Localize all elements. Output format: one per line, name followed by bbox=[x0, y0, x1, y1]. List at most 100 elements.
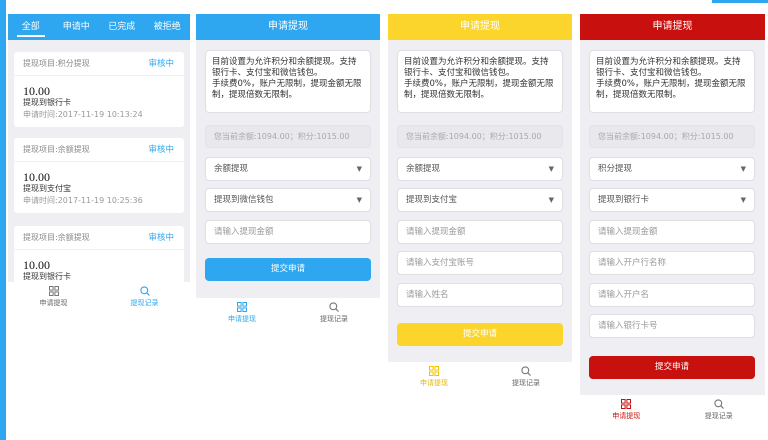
record-amount: 10.00 bbox=[23, 258, 50, 272]
amount-input[interactable] bbox=[205, 220, 371, 244]
grid-icon bbox=[48, 286, 59, 296]
dropdown-arrow-icon: ▼ bbox=[740, 196, 746, 204]
notice-box: 目前设置为允许积分和余额提现。支持银行卡、支付宝和微信钱包。 手续费0%，账户无… bbox=[397, 50, 563, 113]
notice-text: 目前设置为允许积分和余额提现。支持银行卡、支付宝和微信钱包。 bbox=[212, 57, 357, 78]
account-name-input[interactable] bbox=[589, 283, 755, 307]
bottom-nav: 申请提现 提现记录 bbox=[196, 298, 380, 328]
apply-screen-bank: 申请提现 目前设置为允许积分和余额提现。支持银行卡、支付宝和微信钱包。 手续费0… bbox=[580, 14, 765, 425]
nav-label: 申请提现 bbox=[39, 299, 68, 307]
nav-history[interactable]: 提现记录 bbox=[99, 282, 190, 312]
submit-button[interactable]: 提交申请 bbox=[205, 258, 371, 281]
record-status: 审核中 bbox=[148, 59, 174, 69]
select-value: 提现到支付宝 bbox=[406, 195, 458, 205]
grid-icon bbox=[621, 399, 632, 409]
form-area: 目前设置为允许积分和余额提现。支持银行卡、支付宝和微信钱包。 手续费0%，账户无… bbox=[388, 40, 572, 362]
card-number-input[interactable] bbox=[589, 314, 755, 338]
nav-label: 申请提现 bbox=[612, 412, 641, 420]
balance-display: 您当前余额:1094.00；积分:1015.00 bbox=[397, 125, 563, 148]
tab-all[interactable]: 全部 bbox=[8, 14, 54, 40]
nav-history[interactable]: 提现记录 bbox=[673, 395, 766, 425]
nav-label: 提现记录 bbox=[512, 379, 540, 387]
record-amount: 10.00 bbox=[23, 170, 50, 184]
record-method: 提现到银行卡 bbox=[23, 272, 71, 281]
apply-screen-alipay: 申请提现 目前设置为允许积分和余额提现。支持银行卡、支付宝和微信钱包。 手续费0… bbox=[388, 14, 572, 392]
record-project: 提现项目:积分提现 bbox=[23, 59, 90, 68]
notice-text: 手续费0%，账户无限制，提现金额无限制，提现倍数无限制。 bbox=[596, 79, 746, 100]
nav-apply[interactable]: 申请提现 bbox=[8, 282, 99, 312]
record-status: 审核中 bbox=[148, 233, 174, 243]
page-title: 申请提现 bbox=[388, 14, 572, 40]
nav-apply[interactable]: 申请提现 bbox=[580, 395, 673, 425]
card-divider bbox=[14, 249, 184, 250]
tab-label: 已完成 bbox=[108, 22, 136, 32]
search-icon bbox=[714, 399, 724, 409]
form-area: 目前设置为允许积分和余额提现。支持银行卡、支付宝和微信钱包。 手续费0%，账户无… bbox=[580, 40, 765, 395]
form-area: 目前设置为允许积分和余额提现。支持银行卡、支付宝和微信钱包。 手续费0%，账户无… bbox=[196, 40, 380, 298]
notice-box: 目前设置为允许积分和余额提现。支持银行卡、支付宝和微信钱包。 手续费0%，账户无… bbox=[589, 50, 755, 113]
dropdown-arrow-icon: ▼ bbox=[740, 165, 746, 173]
nav-label: 提现记录 bbox=[130, 299, 159, 307]
nav-history[interactable]: 提现记录 bbox=[288, 298, 380, 328]
withdraw-target-select[interactable]: 提现到支付宝 ▼ bbox=[397, 188, 563, 212]
tab-label: 全部 bbox=[21, 22, 40, 32]
record-card[interactable]: 提现项目:余额提现 审核中 10.00 提现到支付宝 申请时间:2017-11-… bbox=[14, 138, 184, 213]
select-value: 提现到银行卡 bbox=[598, 195, 650, 205]
select-value: 余额提现 bbox=[406, 164, 441, 174]
submit-button[interactable]: 提交申请 bbox=[589, 356, 755, 379]
nav-apply[interactable]: 申请提现 bbox=[196, 298, 288, 328]
record-card[interactable]: 提现项目:积分提现 审核中 10.00 提现到银行卡 申请时间:2017-11-… bbox=[14, 52, 184, 127]
select-value: 积分提现 bbox=[598, 164, 633, 174]
tab-label: 被拒绝 bbox=[153, 22, 181, 32]
grid-icon bbox=[429, 366, 439, 376]
withdraw-type-select[interactable]: 积分提现 ▼ bbox=[589, 157, 755, 181]
select-value: 提现到微信钱包 bbox=[214, 195, 274, 205]
withdraw-type-select[interactable]: 余额提现 ▼ bbox=[205, 157, 371, 181]
alipay-account-input[interactable] bbox=[397, 251, 563, 275]
notice-text: 目前设置为允许积分和余额提现。支持银行卡、支付宝和微信钱包。 bbox=[404, 57, 549, 78]
records-list: 提现项目:积分提现 审核中 10.00 提现到银行卡 申请时间:2017-11-… bbox=[8, 40, 190, 282]
dropdown-arrow-icon: ▼ bbox=[548, 165, 554, 173]
records-tabs: 全部 申请中 已完成 被拒绝 bbox=[8, 14, 190, 40]
tab-label: 申请中 bbox=[62, 22, 90, 32]
nav-label: 申请提现 bbox=[420, 379, 448, 387]
grid-icon bbox=[237, 302, 247, 312]
withdraw-type-select[interactable]: 余额提现 ▼ bbox=[397, 157, 563, 181]
frame-edge bbox=[0, 0, 6, 440]
page-title: 申请提现 bbox=[580, 14, 765, 40]
withdraw-target-select[interactable]: 提现到微信钱包 ▼ bbox=[205, 188, 371, 212]
notice-text: 目前设置为允许积分和余额提现。支持银行卡、支付宝和微信钱包。 bbox=[596, 57, 741, 78]
dropdown-arrow-icon: ▼ bbox=[356, 196, 362, 204]
bank-branch-input[interactable] bbox=[589, 251, 755, 275]
record-project: 提现项目:余额提现 bbox=[23, 233, 90, 242]
balance-display: 您当前余额:1094.00；积分:1015.00 bbox=[205, 125, 371, 148]
submit-button[interactable]: 提交申请 bbox=[397, 323, 563, 346]
withdraw-target-select[interactable]: 提现到银行卡 ▼ bbox=[589, 188, 755, 212]
record-amount: 10.00 bbox=[23, 84, 50, 98]
tab-rejected[interactable]: 被拒绝 bbox=[145, 14, 191, 40]
tab-completed[interactable]: 已完成 bbox=[99, 14, 145, 40]
amount-input[interactable] bbox=[589, 220, 755, 244]
name-input[interactable] bbox=[397, 283, 563, 307]
notice-text: 手续费0%，账户无限制，提现金额无限制，提现倍数无限制。 bbox=[404, 79, 554, 100]
dropdown-arrow-icon: ▼ bbox=[548, 196, 554, 204]
active-tab-indicator bbox=[17, 35, 45, 37]
nav-label: 申请提现 bbox=[228, 315, 256, 323]
apply-screen-wechat: 申请提现 目前设置为允许积分和余额提现。支持银行卡、支付宝和微信钱包。 手续费0… bbox=[196, 14, 380, 328]
search-icon bbox=[139, 286, 150, 296]
nav-apply[interactable]: 申请提现 bbox=[388, 362, 480, 392]
record-time: 申请时间:2017-11-19 10:25:36 bbox=[23, 196, 143, 205]
amount-input[interactable] bbox=[397, 220, 563, 244]
record-card[interactable]: 提现项目:余额提现 审核中 10.00 提现到银行卡 bbox=[14, 226, 184, 282]
frame-accent bbox=[712, 0, 768, 3]
tab-pending[interactable]: 申请中 bbox=[54, 14, 100, 40]
nav-label: 提现记录 bbox=[320, 315, 348, 323]
nav-history[interactable]: 提现记录 bbox=[480, 362, 572, 392]
records-screen: 全部 申请中 已完成 被拒绝 提现项目:积分提现 审核中 10.00 提现到银行… bbox=[8, 14, 190, 312]
search-icon bbox=[521, 366, 531, 376]
notice-text: 手续费0%，账户无限制，提现金额无限制，提现倍数无限制。 bbox=[212, 79, 362, 100]
search-icon bbox=[329, 302, 339, 312]
bottom-nav: 申请提现 提现记录 bbox=[8, 282, 190, 312]
bottom-nav: 申请提现 提现记录 bbox=[388, 362, 572, 392]
card-divider bbox=[14, 75, 184, 76]
notice-box: 目前设置为允许积分和余额提现。支持银行卡、支付宝和微信钱包。 手续费0%，账户无… bbox=[205, 50, 371, 113]
